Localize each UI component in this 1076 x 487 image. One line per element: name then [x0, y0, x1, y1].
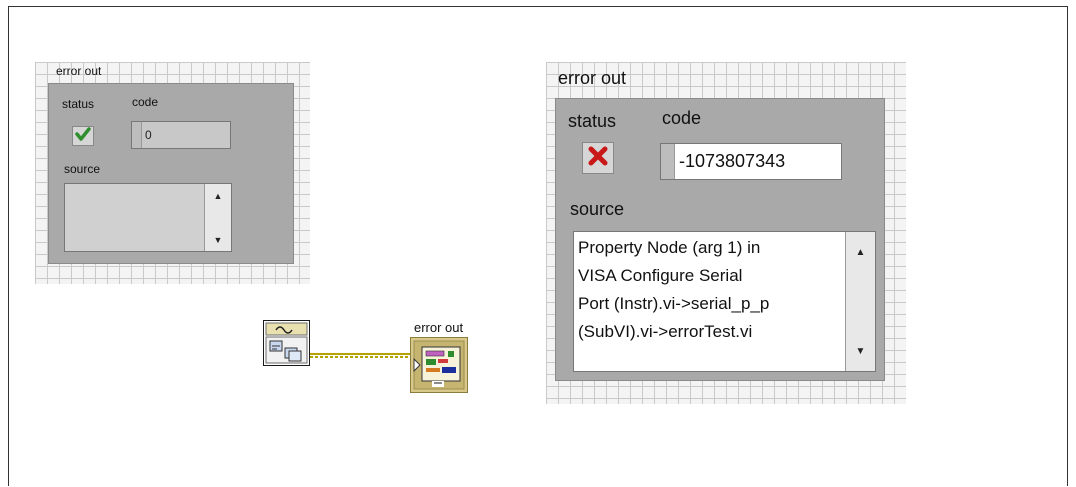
- right-source-scrollbar[interactable]: ▲ ▼: [845, 232, 875, 371]
- left-status-led[interactable]: [72, 126, 94, 146]
- right-source-line-2: VISA Configure Serial: [578, 266, 743, 285]
- left-code-field[interactable]: 0: [131, 121, 231, 149]
- left-error-out-title: error out: [56, 64, 102, 78]
- right-source-label: source: [570, 199, 625, 219]
- terminal-label: error out: [414, 320, 464, 335]
- scroll-down-icon[interactable]: ▼: [856, 347, 866, 357]
- right-source-line-1: Property Node (arg 1) in: [578, 238, 761, 257]
- left-source-label: source: [64, 162, 101, 176]
- checkmark-icon: [75, 126, 91, 146]
- right-code-value: -1073807343: [679, 151, 786, 171]
- left-status-label: status: [62, 97, 95, 111]
- vi-subvi-icon: [263, 320, 310, 370]
- error-cluster-indicator-icon: [410, 337, 468, 397]
- right-code-field[interactable]: -1073807343: [660, 143, 842, 180]
- error-x-icon: [587, 145, 609, 172]
- left-code-value: 0: [145, 128, 152, 142]
- right-source-line-3: Port (Instr).vi->serial_p_p: [578, 294, 770, 313]
- left-code-radix-icon[interactable]: [132, 122, 142, 148]
- right-error-out-title: error out: [558, 68, 627, 88]
- right-source-field[interactable]: Property Node (arg 1) in VISA Configure …: [573, 231, 876, 372]
- right-code-label: code: [662, 108, 702, 128]
- right-source-line-4: (SubVI).vi->errorTest.vi: [578, 322, 753, 341]
- left-source-scrollbar[interactable]: ▲ ▼: [204, 184, 231, 251]
- left-source-field[interactable]: ▲ ▼: [64, 183, 232, 252]
- right-code-radix-icon[interactable]: [661, 144, 675, 179]
- scroll-up-icon[interactable]: ▲: [856, 248, 866, 258]
- error-wire[interactable]: [310, 352, 416, 360]
- subvi-node[interactable]: [263, 320, 310, 366]
- scroll-up-icon[interactable]: ▲: [214, 192, 223, 201]
- right-status-led[interactable]: [582, 142, 614, 174]
- error-out-terminal[interactable]: [410, 337, 468, 393]
- scroll-down-icon[interactable]: ▼: [214, 236, 223, 245]
- left-code-label: code: [132, 95, 159, 109]
- right-status-label: status: [568, 111, 617, 131]
